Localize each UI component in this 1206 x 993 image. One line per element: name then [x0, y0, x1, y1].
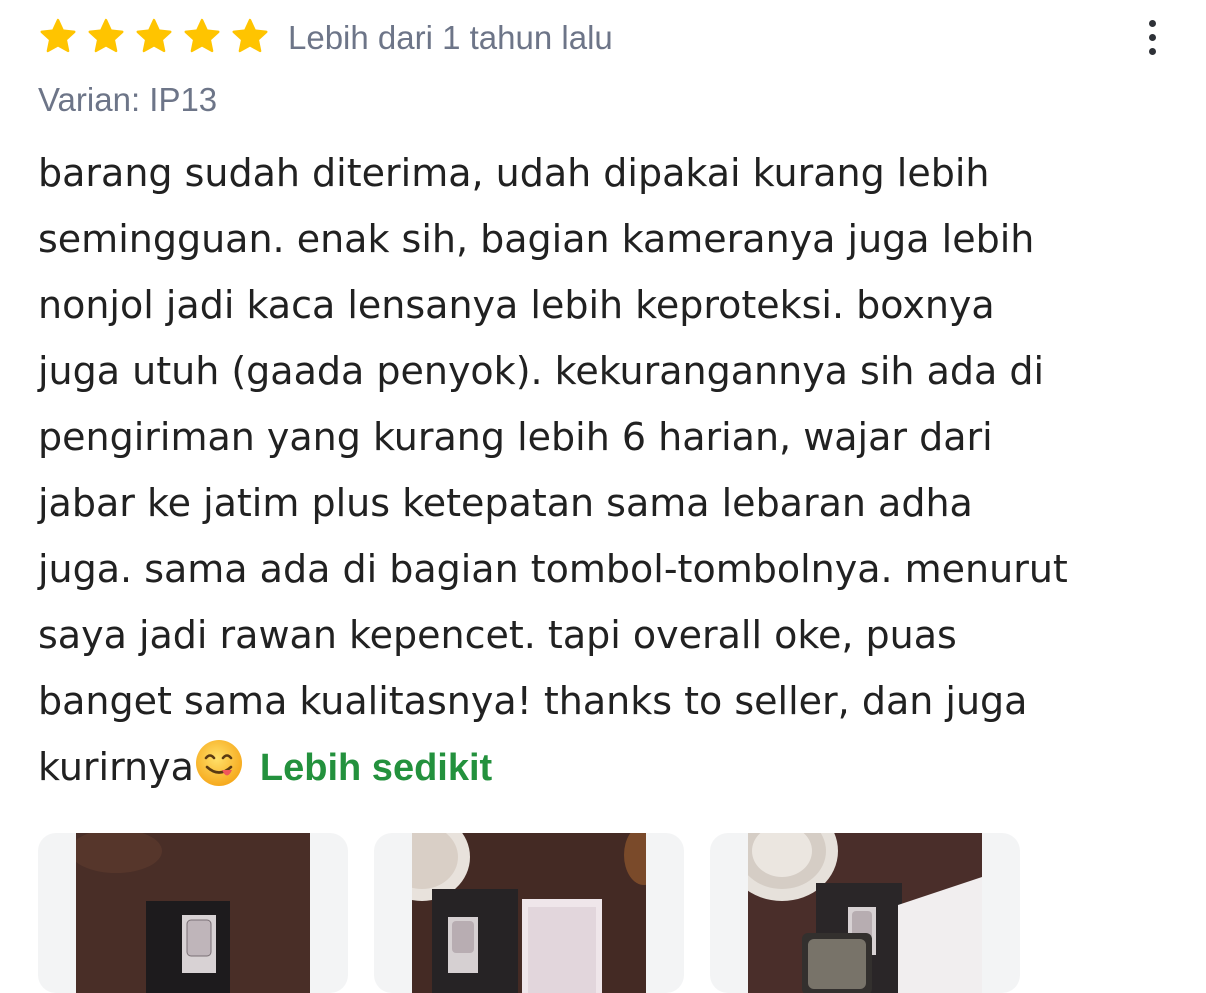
star-icon [38, 17, 86, 57]
star-icon [86, 17, 134, 57]
review-text-line: juga. sama ada di bagian tombol-tombolny… [38, 547, 1068, 591]
review-last-line: kurirnya Lebih sedikit [38, 734, 1178, 800]
review-text-line: semingguan. enak sih, bagian kameranya j… [38, 217, 1035, 261]
review-text-line: barang sudah diterima, udah dipakai kura… [38, 151, 990, 195]
review-header: Lebih dari 1 tahun lalu [38, 14, 1168, 62]
review-text-line: nonjol jadi kaca lensanya lebih keprotek… [38, 283, 995, 327]
review-text: barang sudah diterima, udah dipakai kura… [38, 140, 1178, 800]
review-date: Lebih dari 1 tahun lalu [288, 19, 613, 56]
review-text-line: saya jadi rawan kepencet. tapi overall o… [38, 613, 957, 657]
review-photo-thumbnail[interactable] [38, 833, 348, 993]
review-text-line: banget sama kualitasnya! thanks to selle… [38, 679, 1028, 723]
review-text-line: kurirnya [38, 745, 194, 789]
review-text-line: jabar ke jatim plus ketepatan sama lebar… [38, 481, 973, 525]
star-icon [230, 17, 278, 57]
photo-image [412, 833, 646, 993]
review-photo-thumbnail[interactable] [374, 833, 684, 993]
photo-image [76, 833, 310, 993]
more-vertical-icon[interactable] [1140, 16, 1164, 60]
review-text-line: pengiriman yang kurang lebih 6 harian, w… [38, 415, 993, 459]
star-icon [182, 17, 230, 57]
product-variant: Varian: IP13 [38, 81, 218, 118]
star-rating [38, 17, 278, 57]
review-text-line: juga utuh (gaada penyok). kekurangannya … [38, 349, 1045, 393]
face-savoring-food-icon [194, 738, 244, 788]
star-icon [134, 17, 182, 57]
show-less-link[interactable]: Lebih sedikit [260, 747, 492, 789]
photo-image [748, 833, 982, 993]
review-photo-thumbnail[interactable] [710, 833, 1020, 993]
